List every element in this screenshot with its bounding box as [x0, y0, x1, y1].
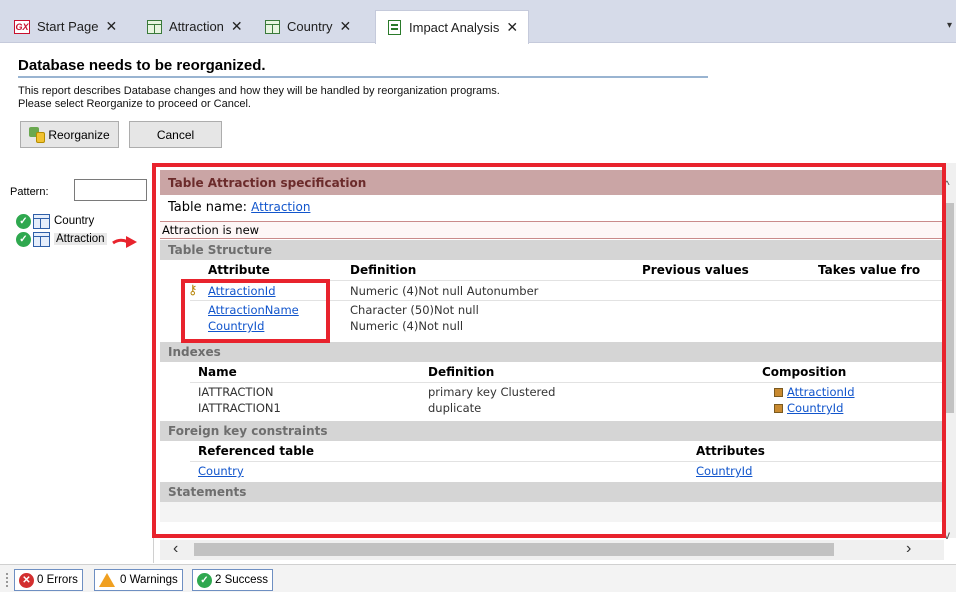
tab-attraction[interactable]: Attraction ✕ — [146, 10, 243, 43]
success-icon: ✓ — [197, 572, 212, 588]
success-check-icon: ✓ — [16, 213, 31, 229]
table-icon — [264, 19, 280, 35]
success-check-icon: ✓ — [16, 231, 31, 247]
table-icon — [33, 213, 50, 229]
grip-icon — [6, 573, 8, 587]
reorganize-icon — [29, 126, 46, 143]
reorganize-label: Reorganize — [48, 127, 110, 142]
tree-item-label: Country — [54, 215, 95, 227]
description-line: Please select Reorganize to proceed or C… — [18, 98, 251, 110]
gx-icon: GX — [14, 19, 30, 34]
pattern-label: Pattern: — [10, 186, 49, 198]
tab-country[interactable]: Country ✕ — [264, 10, 351, 43]
errors-filter[interactable]: ✕ 0 Errors — [14, 569, 83, 591]
tree-item-attraction[interactable]: ✓ Attraction — [16, 230, 107, 248]
error-icon: ✕ — [19, 572, 34, 588]
scroll-right-icon[interactable]: › — [906, 540, 911, 558]
table-icon — [33, 231, 50, 247]
tree-item-label: Attraction — [54, 233, 107, 245]
tab-start-page[interactable]: GX Start Page ✕ — [14, 10, 117, 43]
tab-label: Country — [287, 19, 333, 34]
scroll-thumb[interactable] — [946, 203, 954, 413]
annotation-highlight-report — [152, 163, 946, 538]
close-icon[interactable]: ✕ — [506, 19, 518, 36]
page-description: This report describes Database changes a… — [18, 85, 500, 111]
tab-label: Attraction — [169, 19, 224, 34]
annotation-arrow-icon — [112, 236, 137, 248]
scroll-left-icon[interactable]: ‹ — [173, 540, 178, 558]
warning-icon — [99, 573, 115, 587]
description-line: This report describes Database changes a… — [18, 85, 500, 97]
tab-label: Start Page — [37, 19, 99, 34]
annotation-highlight-attributes — [181, 279, 330, 343]
close-icon[interactable]: ✕ — [340, 18, 352, 35]
table-icon — [146, 19, 162, 35]
document-tab-bar: GX Start Page ✕ Attraction ✕ Country ✕ I… — [0, 0, 956, 44]
document-icon — [386, 20, 402, 36]
title-divider — [18, 76, 708, 78]
success-label: 2 Success — [215, 574, 269, 586]
horizontal-scrollbar[interactable] — [160, 540, 944, 560]
tab-dropdown-icon[interactable]: ▾ — [947, 20, 952, 31]
warnings-label: 0 Warnings — [120, 574, 178, 586]
scroll-thumb[interactable] — [194, 543, 834, 556]
tab-label: Impact Analysis — [409, 20, 500, 35]
tree-item-country[interactable]: ✓ Country — [16, 212, 94, 230]
warnings-filter[interactable]: 0 Warnings — [94, 569, 183, 591]
tab-impact-analysis[interactable]: Impact Analysis ✕ — [375, 10, 530, 44]
cancel-label: Cancel — [156, 127, 195, 142]
success-filter[interactable]: ✓ 2 Success — [192, 569, 274, 591]
close-icon[interactable]: ✕ — [231, 18, 243, 35]
page-title: Database needs to be reorganized. — [18, 57, 266, 74]
reorganize-button[interactable]: Reorganize — [20, 121, 119, 148]
pattern-input[interactable] — [74, 179, 147, 201]
close-icon[interactable]: ✕ — [105, 18, 117, 35]
cancel-button[interactable]: Cancel — [129, 121, 222, 148]
errors-label: 0 Errors — [37, 574, 78, 586]
